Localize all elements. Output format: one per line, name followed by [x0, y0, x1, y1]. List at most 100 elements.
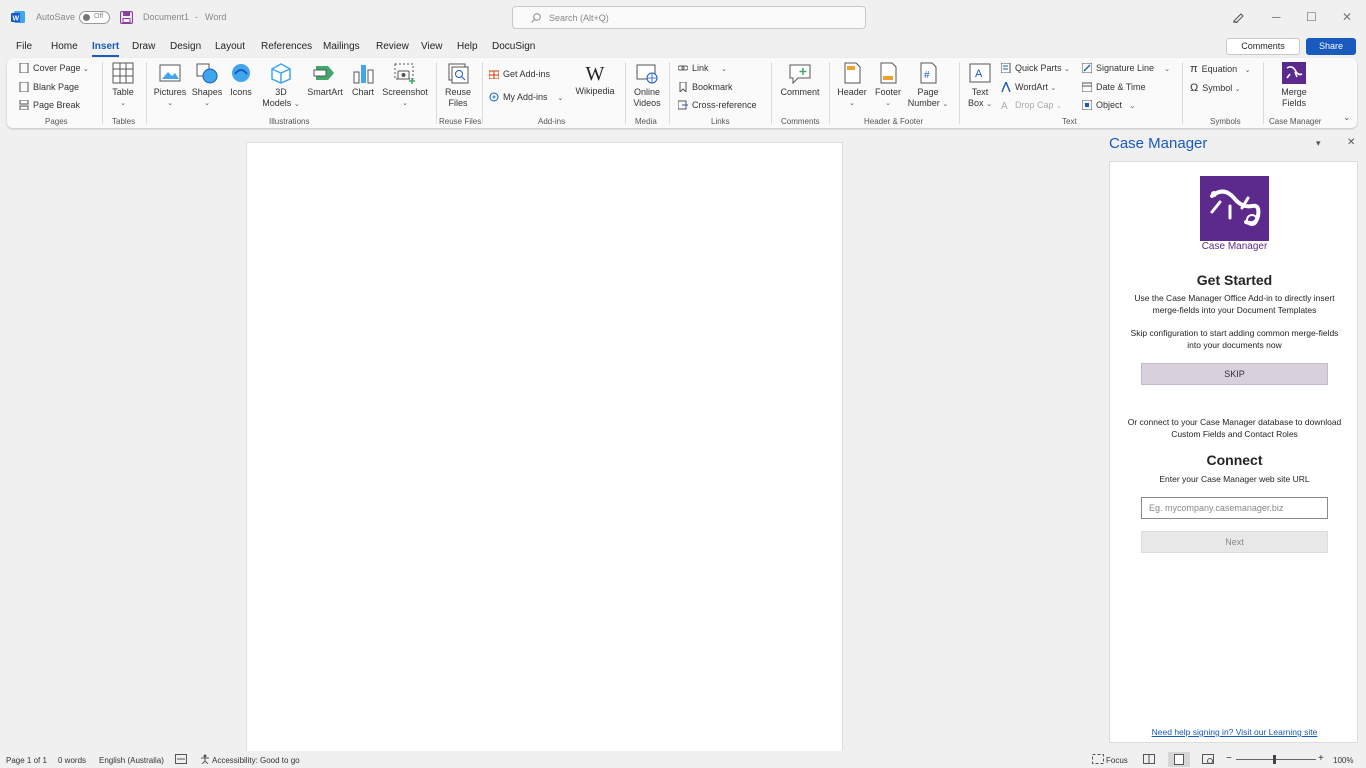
help-link[interactable]: Need help signing in? Visit our Learning…: [1110, 727, 1359, 737]
web-layout-icon[interactable]: [1202, 754, 1214, 766]
group-tables-label: Tables: [112, 117, 136, 126]
online-videos-button[interactable]: Online Videos: [631, 62, 663, 109]
tab-home[interactable]: Home: [51, 41, 78, 52]
icons-button[interactable]: Icons: [228, 62, 254, 98]
equation-button[interactable]: π Equation ⌄: [1190, 63, 1251, 75]
header-button[interactable]: Header ⌄: [836, 62, 868, 109]
shapes-icon: [196, 63, 218, 84]
cube-icon: [271, 63, 291, 84]
pen-icon[interactable]: [1232, 11, 1244, 23]
wikipedia-label: Wikipedia: [575, 86, 615, 96]
merge-fields-button[interactable]: Merge Fields: [1271, 62, 1317, 109]
task-pane-body: Case Manager Get Started Use the Case Ma…: [1109, 161, 1358, 743]
object-button[interactable]: Object ⌄: [1082, 100, 1135, 110]
signature-line-button[interactable]: Signature Line ⌄: [1082, 63, 1170, 73]
tab-draw[interactable]: Draw: [132, 41, 155, 52]
tab-layout[interactable]: Layout: [215, 41, 245, 52]
share-button[interactable]: Share: [1306, 38, 1356, 55]
read-mode-icon[interactable]: [1143, 754, 1155, 766]
minimize-icon[interactable]: ─: [1272, 10, 1281, 24]
language[interactable]: English (Australia): [99, 756, 164, 765]
word-count[interactable]: 0 words: [58, 756, 86, 765]
smartart-button[interactable]: SmartArt: [306, 62, 344, 98]
tab-file[interactable]: File: [16, 41, 32, 52]
link-icon: [678, 65, 688, 71]
group-addins-label: Add-ins: [538, 117, 566, 126]
zoom-out-icon[interactable]: −: [1226, 753, 1232, 764]
autosave-toggle[interactable]: Off: [79, 11, 110, 24]
accessibility-status[interactable]: Accessibility: Good to go: [212, 756, 300, 765]
pane-close-icon[interactable]: ✕: [1347, 137, 1355, 148]
ribbon: Cover Page ⌄ Blank Page Page Break Pages…: [7, 58, 1357, 128]
next-button[interactable]: Next: [1141, 531, 1328, 553]
screenshot-button[interactable]: Screenshot ⌄: [381, 62, 429, 109]
cross-reference-button[interactable]: Cross-reference: [678, 100, 757, 110]
tab-view[interactable]: View: [421, 41, 443, 52]
quick-parts-button[interactable]: Quick Parts ⌄: [1001, 63, 1070, 73]
new-comment-button[interactable]: Comment: [778, 62, 822, 98]
close-window-icon[interactable]: ✕: [1342, 10, 1352, 24]
shapes-button[interactable]: Shapes ⌄: [191, 62, 223, 109]
bookmark-button[interactable]: Bookmark: [678, 82, 733, 92]
reuse-files-button[interactable]: Reuse Files: [443, 62, 473, 109]
wikipedia-button[interactable]: W Wikipedia: [574, 62, 616, 97]
page-number-button[interactable]: # Page Number ⌄: [906, 62, 950, 110]
comments-button[interactable]: Comments: [1226, 38, 1300, 55]
focus-mode[interactable]: Focus: [1106, 756, 1128, 765]
drop-cap-button[interactable]: A Drop Cap ⌄: [1001, 100, 1062, 110]
reuse-files-icon: [448, 63, 469, 84]
collapse-ribbon-icon[interactable]: ⌄: [1343, 112, 1351, 123]
get-addins-button[interactable]: Get Add-ins: [489, 69, 550, 79]
tab-help[interactable]: Help: [457, 41, 478, 52]
pane-options-icon[interactable]: ▾: [1316, 138, 1321, 149]
page-break-button[interactable]: Page Break: [19, 100, 80, 110]
tab-mailings[interactable]: Mailings: [323, 41, 360, 52]
page-count[interactable]: Page 1 of 1: [6, 756, 47, 765]
intro-text-line2: merge-fields into your Document Template…: [1152, 305, 1317, 315]
tab-insert[interactable]: Insert: [92, 41, 119, 52]
tab-review[interactable]: Review: [376, 41, 409, 52]
document-canvas: [0, 133, 1100, 762]
store-icon: [489, 70, 499, 79]
pictures-button[interactable]: Pictures ⌄: [153, 62, 187, 109]
save-icon[interactable]: [120, 11, 133, 24]
document-page[interactable]: [246, 142, 843, 762]
skip-button[interactable]: SKIP: [1141, 363, 1328, 385]
print-layout-icon[interactable]: [1168, 752, 1190, 767]
search-box[interactable]: Search (Alt+Q): [512, 6, 866, 29]
date-time-button[interactable]: Date & Time: [1082, 82, 1146, 92]
calendar-icon: [1082, 82, 1092, 92]
icons-icon: [232, 64, 250, 82]
link-button[interactable]: Link ⌄: [678, 63, 727, 73]
cover-page-button[interactable]: Cover Page ⌄: [19, 63, 89, 73]
page-number-label-line1: Page: [917, 87, 939, 97]
my-addins-button[interactable]: My Add-ins ⌄: [489, 92, 563, 102]
wikipedia-icon: W: [585, 63, 605, 85]
cover-page-icon: [19, 63, 29, 73]
wordart-button[interactable]: WordArt ⌄: [1001, 82, 1056, 92]
url-field[interactable]: [1141, 497, 1328, 519]
tab-design[interactable]: Design: [170, 41, 201, 52]
zoom-level[interactable]: 100%: [1333, 756, 1353, 765]
3d-models-button[interactable]: 3D Models ⌄: [261, 62, 301, 110]
pictures-label: Pictures: [153, 87, 187, 97]
tab-references[interactable]: References: [261, 41, 312, 52]
symbol-button[interactable]: Ω Symbol ⌄: [1190, 82, 1241, 94]
zoom-slider[interactable]: [1236, 759, 1316, 760]
table-button[interactable]: Table ⌄: [112, 62, 134, 109]
page-number-label-line2: Number: [907, 98, 940, 108]
footer-icon: [880, 62, 897, 84]
proofing-icon[interactable]: [175, 754, 187, 766]
maximize-icon[interactable]: ☐: [1306, 10, 1317, 24]
zoom-in-icon[interactable]: +: [1318, 753, 1324, 764]
chart-button[interactable]: Chart: [350, 62, 376, 98]
focus-icon: [1092, 754, 1104, 766]
group-links-label: Links: [711, 117, 730, 126]
footer-button[interactable]: Footer ⌄: [872, 62, 904, 109]
zoom-slider-thumb[interactable]: [1273, 755, 1276, 764]
tab-docusign[interactable]: DocuSign: [492, 41, 535, 52]
blank-page-button[interactable]: Blank Page: [19, 82, 79, 92]
text-box-button[interactable]: A Text Box ⌄: [965, 62, 995, 110]
wordart-icon: [1001, 82, 1011, 92]
pictures-icon: [159, 64, 181, 82]
